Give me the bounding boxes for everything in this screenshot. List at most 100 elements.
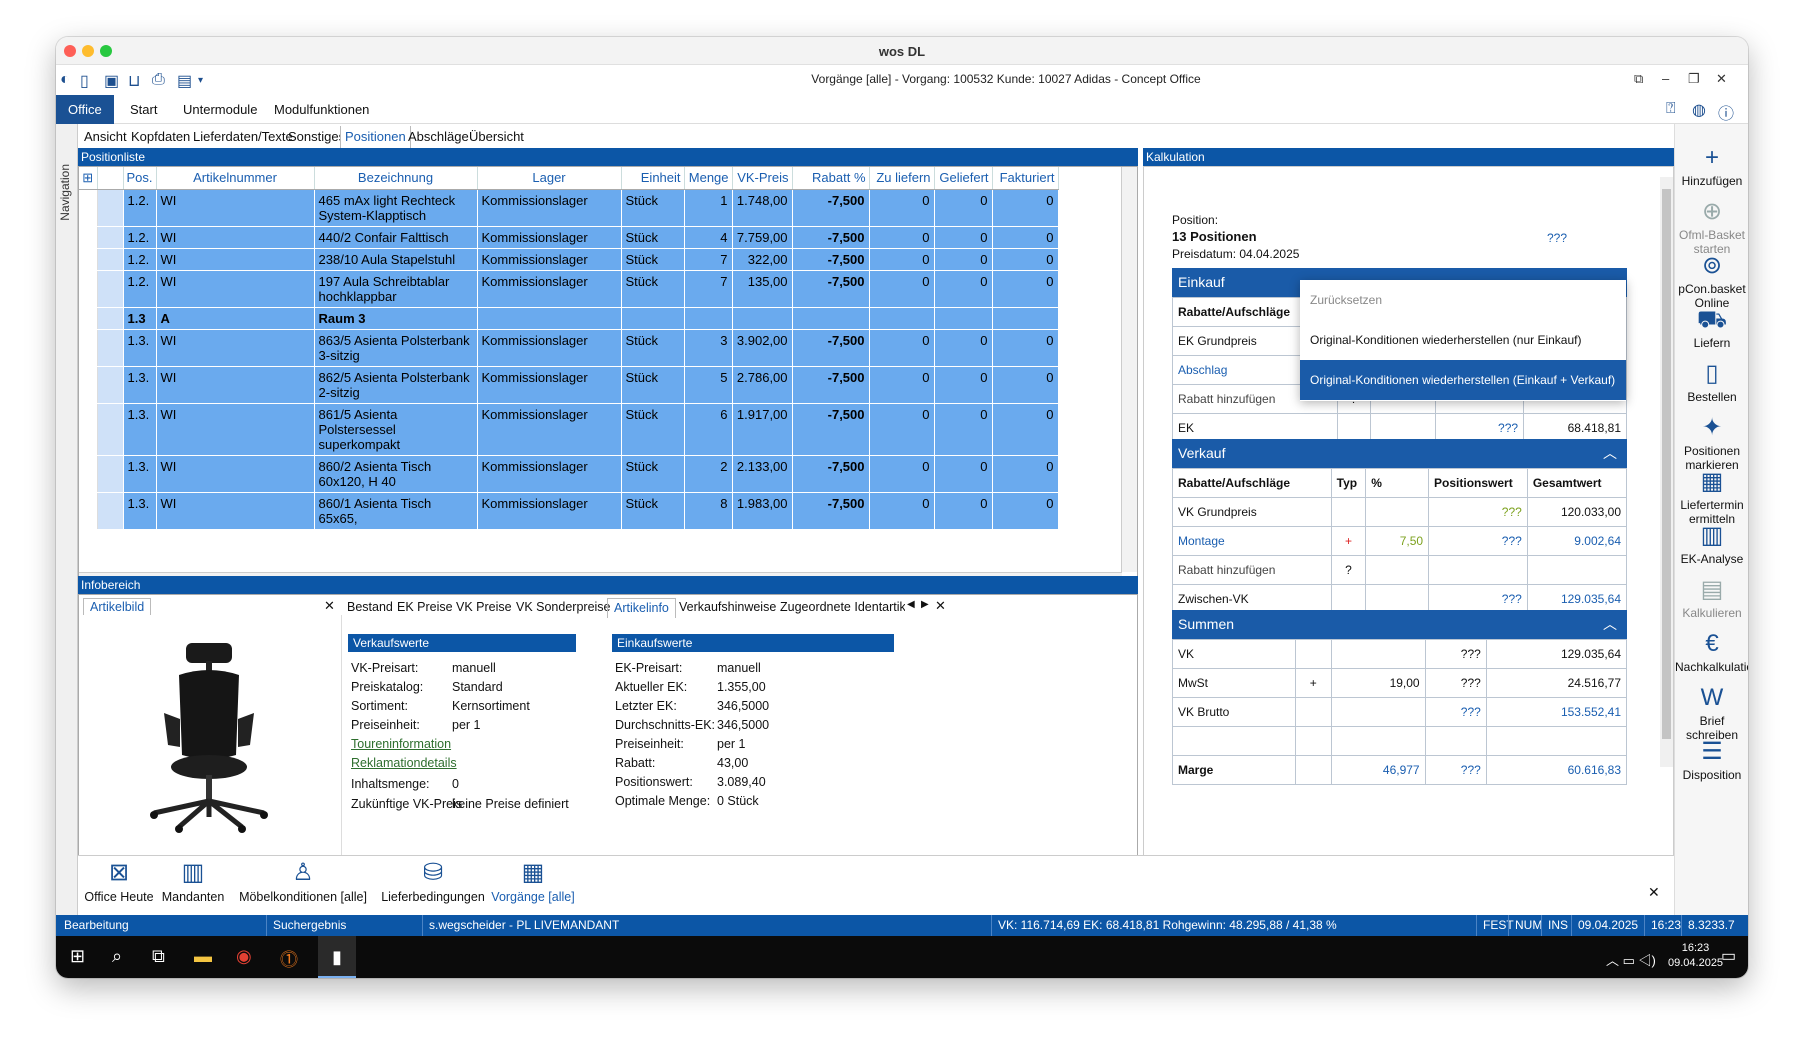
- table-cell[interactable]: 7: [684, 270, 733, 308]
- row-indicator[interactable]: [79, 455, 98, 493]
- tab-abschlaege[interactable]: Abschläge: [408, 129, 469, 144]
- table-cell[interactable]: 2: [684, 455, 733, 493]
- table-cell[interactable]: [992, 307, 1059, 330]
- table-cell[interactable]: 1.3.: [123, 492, 157, 530]
- minimize-icon[interactable]: –: [1662, 71, 1669, 86]
- kalk-cell-typ[interactable]: ?: [1330, 555, 1367, 585]
- column-header[interactable]: Geliefert: [934, 167, 993, 190]
- action-kalkulieren[interactable]: ▤ Kalkulieren: [1675, 574, 1748, 620]
- action-liefern[interactable]: ⛟ Liefern: [1675, 304, 1748, 350]
- table-cell[interactable]: 861/5 Asienta Polstersessel superkompakt: [314, 403, 478, 456]
- table-cell[interactable]: 860/1 Asienta Tisch 65x65,: [314, 492, 478, 530]
- toureninformation-link[interactable]: Toureninformation: [351, 737, 451, 751]
- kalk-row[interactable]: Marge 46,977??? 60.616,83: [1172, 755, 1628, 785]
- action-positionen-markieren[interactable]: ✦ Positionen markieren: [1675, 412, 1748, 472]
- kalk-cell-pct[interactable]: 46,977: [1330, 755, 1426, 785]
- kalk-cell-typ[interactable]: +: [1330, 526, 1367, 556]
- action-ek-analyse[interactable]: ▥ EK-Analyse: [1675, 520, 1748, 566]
- table-cell[interactable]: WI: [156, 403, 315, 456]
- table-cell[interactable]: 0: [934, 492, 993, 530]
- table-cell[interactable]: 0: [869, 248, 935, 271]
- table-cell[interactable]: -7,500: [792, 226, 870, 249]
- kalk-cell-typ[interactable]: [1295, 755, 1332, 785]
- table-cell[interactable]: 0: [934, 226, 993, 249]
- table-row[interactable]: 1.3. WI 862/5 Asienta Polsterbank 2-sitzig…: [79, 366, 1059, 404]
- table-cell[interactable]: WI: [156, 366, 315, 404]
- kalk-cell-name[interactable]: Montage: [1172, 526, 1332, 556]
- table-row[interactable]: 1.2. WI 197 Aula Schreibtablar hochklappba…: [79, 270, 1059, 308]
- action-bestellen[interactable]: ▯ Bestellen: [1675, 358, 1748, 404]
- table-cell[interactable]: 1.3.: [123, 403, 157, 456]
- table-cell[interactable]: Stück: [621, 189, 685, 227]
- vorgaenge-button[interactable]: ▦ Vorgänge [alle]: [488, 856, 578, 904]
- table-cell[interactable]: WI: [156, 455, 315, 493]
- kalk-cell-pct[interactable]: [1365, 497, 1430, 527]
- table-cell[interactable]: 197 Aula Schreibtablar hochklappbar: [314, 270, 478, 308]
- table-cell[interactable]: -7,500: [792, 492, 870, 530]
- table-cell[interactable]: WI: [156, 492, 315, 530]
- table-cell[interactable]: Stück: [621, 403, 685, 456]
- kalk-cell-pct[interactable]: 19,00: [1330, 668, 1426, 698]
- table-row[interactable]: 1.2. WI 465 mAx light Rechteck System-Klap…: [79, 189, 1059, 227]
- table-cell[interactable]: 3.902,00: [732, 329, 793, 367]
- tab-lieferdaten[interactable]: Lieferdaten/Texte: [193, 129, 293, 144]
- table-cell[interactable]: WI: [156, 226, 315, 249]
- reklamationdetails-link[interactable]: Reklamationdetails: [351, 756, 457, 770]
- table-cell[interactable]: 0: [934, 248, 993, 271]
- search-icon[interactable]: ⌕: [112, 946, 122, 967]
- app-logo-icon[interactable]: ◐: [60, 71, 70, 89]
- table-cell[interactable]: [684, 307, 733, 330]
- kalk-cell-name[interactable]: Marge: [1172, 755, 1296, 785]
- action-hinzuf-gen[interactable]: + Hinzufügen: [1675, 142, 1748, 188]
- table-cell[interactable]: 1.3: [123, 307, 157, 330]
- table-cell[interactable]: 8: [684, 492, 733, 530]
- new-icon[interactable]: ▯: [80, 71, 89, 91]
- close-artikelbild-icon[interactable]: ✕: [324, 598, 335, 614]
- position-qqq[interactable]: ???: [1547, 231, 1567, 245]
- column-header[interactable]: Bezeichnung: [314, 167, 478, 190]
- table-cell[interactable]: 1.2.: [123, 189, 157, 227]
- kalk-cell-pw[interactable]: ???: [1424, 697, 1487, 727]
- system-tray-icon[interactable]: ︿ ▭ ◁): [1606, 950, 1656, 969]
- kalk-cell-pct[interactable]: [1330, 639, 1426, 669]
- table-cell[interactable]: 0: [869, 226, 935, 249]
- table-cell[interactable]: -7,500: [792, 248, 870, 271]
- table-cell[interactable]: -7,500: [792, 189, 870, 227]
- row-indicator[interactable]: [79, 248, 98, 271]
- tab-ek-preise[interactable]: EK Preise: [397, 600, 453, 614]
- kalk-row[interactable]: VK Grundpreis??? 120.033,00: [1172, 497, 1628, 527]
- table-cell[interactable]: 860/2 Asienta Tisch 60x120, H 40: [314, 455, 478, 493]
- ctx-restore-einkauf[interactable]: Original-Konditionen wiederherstellen (n…: [1300, 320, 1626, 360]
- table-cell[interactable]: Kommissionslager: [477, 329, 622, 367]
- table-cell[interactable]: 0: [934, 366, 993, 404]
- delete-icon[interactable]: ⊔: [128, 71, 140, 91]
- collapse-verkauf-icon[interactable]: ︿: [1603, 439, 1617, 468]
- tab-kopfdaten[interactable]: Kopfdaten: [131, 129, 190, 144]
- table-cell[interactable]: Raum 3: [314, 307, 478, 330]
- kalk-row[interactable]: MwSt +19,00??? 24.516,77: [1172, 668, 1628, 698]
- table-cell[interactable]: 0: [934, 403, 993, 456]
- column-header[interactable]: Einheit: [621, 167, 685, 190]
- table-cell[interactable]: 1.2.: [123, 248, 157, 271]
- table-cell[interactable]: 1.917,00: [732, 403, 793, 456]
- table-cell[interactable]: WI: [156, 189, 315, 227]
- tab-scroll-right-icon[interactable]: ▶: [921, 599, 929, 610]
- row-selector[interactable]: [97, 226, 124, 249]
- tab-verkaufshinweise[interactable]: Verkaufshinweise: [679, 600, 776, 614]
- row-selector[interactable]: [97, 455, 124, 493]
- column-header[interactable]: Fakturiert: [992, 167, 1059, 190]
- kalk-cell-pct[interactable]: [1330, 697, 1426, 727]
- table-row[interactable]: 1.3. WI 860/1 Asienta Tisch 65x65, Kommissi…: [79, 492, 1059, 530]
- maximize-icon[interactable]: ❐: [1688, 71, 1700, 87]
- kalk-cell-typ[interactable]: [1330, 497, 1367, 527]
- summen-header[interactable]: Summen ︿: [1172, 610, 1627, 639]
- table-cell[interactable]: Kommissionslager: [477, 226, 622, 249]
- table-cell[interactable]: 238/10 Aula Stapelstuhl: [314, 248, 478, 271]
- table-cell[interactable]: 0: [934, 455, 993, 493]
- table-cell[interactable]: 0: [869, 492, 935, 530]
- globe-icon[interactable]: ◍: [1692, 100, 1706, 120]
- lieferbedingungen-button[interactable]: ⛁ Lieferbedingungen: [378, 856, 488, 904]
- table-cell[interactable]: 0: [992, 329, 1059, 367]
- menu-office[interactable]: Office: [56, 95, 114, 124]
- table-cell[interactable]: [621, 307, 685, 330]
